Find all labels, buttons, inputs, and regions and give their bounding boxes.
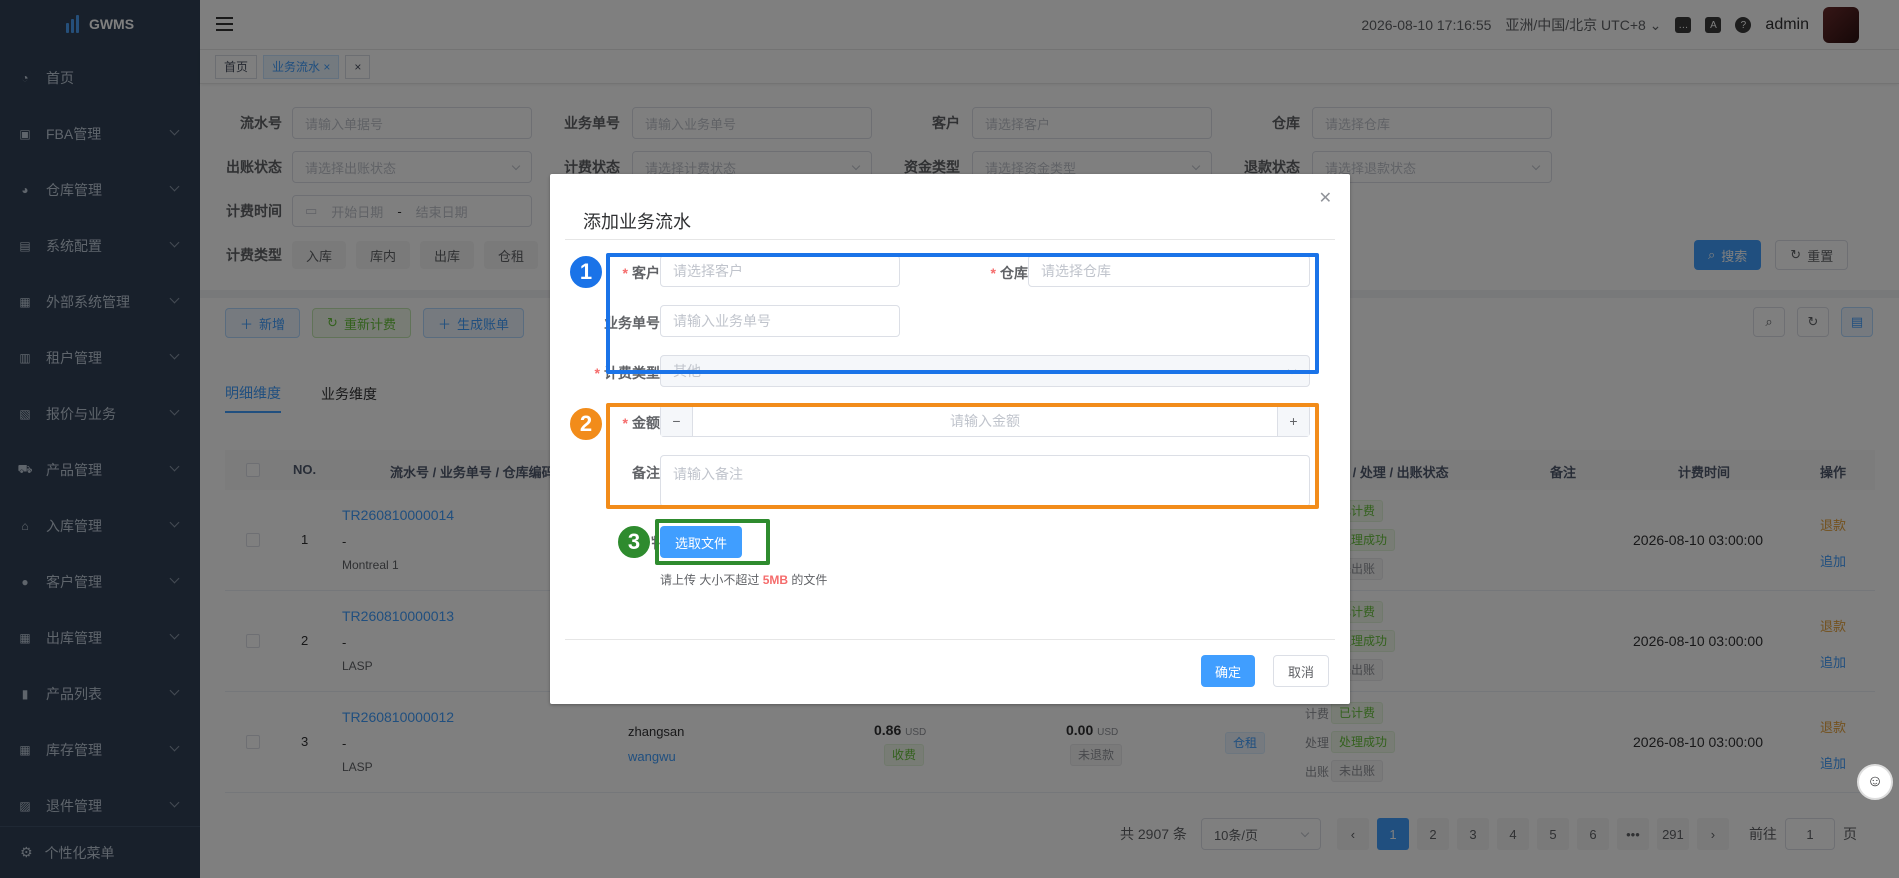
annotation-badge-1: 1: [568, 254, 604, 290]
upload-tip: 请上传 大小不超过 5MB 的文件: [660, 571, 827, 588]
annotation-badge-2: 2: [568, 406, 604, 442]
highlight-box-3: [655, 519, 770, 565]
annotation-badge-3: 3: [616, 524, 652, 560]
dialog-footer-divider: [565, 639, 1335, 640]
highlight-box-1: [606, 253, 1319, 374]
assistant-avatar[interactable]: ☺: [1857, 764, 1893, 800]
add-flow-dialog: 添加业务流水 ✕ * 客户 请选择客户 * 仓库 请选择仓库 业务单号 请输入业务单…: [550, 174, 1350, 704]
highlight-box-2: [606, 403, 1319, 509]
confirm-button[interactable]: 确定: [1201, 655, 1256, 687]
upload-tip-size: 5MB: [762, 573, 789, 587]
dialog-title: 添加业务流水: [583, 212, 691, 232]
upload-tip-pre: 请上传 大小不超过: [660, 573, 760, 587]
close-icon[interactable]: ✕: [1319, 188, 1332, 208]
cancel-button[interactable]: 取消: [1273, 655, 1330, 687]
dialog-title-divider: [565, 239, 1335, 240]
upload-tip-post: 的文件: [791, 573, 828, 587]
